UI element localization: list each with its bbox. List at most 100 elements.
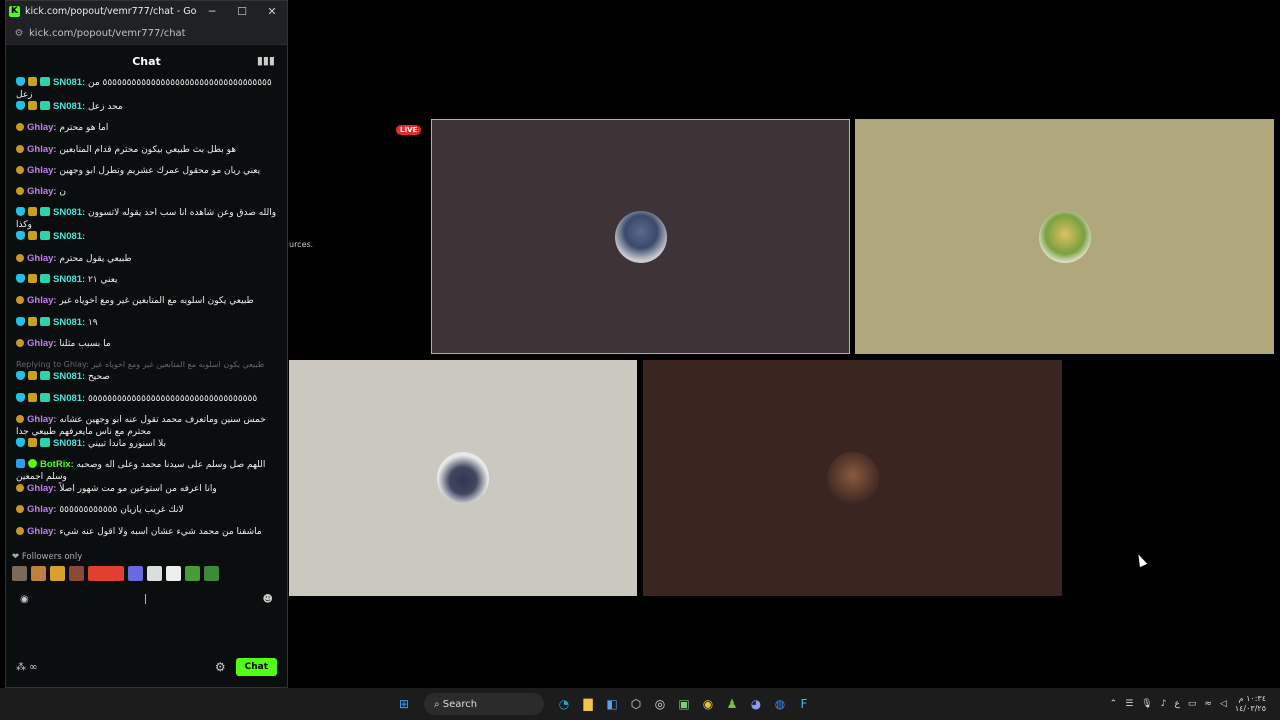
chat-message[interactable]: Ghlay: هو بطل بث طبيعي بيكون محترم قدام … [16,144,277,165]
gear-icon[interactable]: ⚙ [215,660,226,674]
gift-badge-icon [40,437,50,447]
chat-username[interactable]: SN081 [53,207,82,218]
network-icon[interactable]: ☰ [1125,699,1133,709]
moderator-badge-icon [16,371,25,381]
language-indicator[interactable]: ع [1174,699,1179,709]
close-icon[interactable]: ✕ [257,5,287,18]
chat-username[interactable]: Ghlay [27,338,53,349]
chat-message[interactable]: SN081: والله صدق وعن شاهده انا سب احد يق… [16,207,277,231]
chat-text: ١٩ [87,317,98,328]
image-viewer-icon[interactable]: ▣ [672,693,696,715]
microphone-icon[interactable]: 🎙 [1141,699,1152,709]
chevron-up-icon[interactable]: ⌃ [1110,699,1118,709]
maximize-icon[interactable]: ☐ [227,5,257,18]
chat-username[interactable]: SN081 [53,438,82,449]
chat-username[interactable]: Ghlay [27,144,53,155]
store-icon[interactable]: ◧ [600,693,624,715]
chat-username[interactable]: Ghlay [27,504,53,515]
chat-message[interactable]: Ghlay: يعني ريان مو محقول عمرك عشريم وتط… [16,165,277,186]
chat-username[interactable]: Ghlay [27,526,53,537]
clock[interactable]: ١٠:٣٤ م ١٤/٠٣/٢٥ [1235,694,1266,714]
chat-message[interactable]: Ghlay: طبيعي يكون اسلوبه مع المتابعين غي… [16,295,277,316]
video-tile-2[interactable] [855,119,1274,354]
emote-icon[interactable] [147,566,162,582]
chat-text: طبيعي يكون اسلوبه مع المتابعين غير ومع ا… [59,296,254,307]
chat-message[interactable]: SN081: يعني ٢١ [16,274,277,295]
chat-username[interactable]: SN081 [53,274,82,285]
address-bar[interactable]: ⚙ kick.com/popout/vemr777/chat [6,22,287,45]
display-icon[interactable]: ▭ [1188,699,1197,709]
video-tile-1[interactable] [431,119,850,354]
chat-message[interactable]: Ghlay: وانا اعرفه من استوعين مو مت شهور … [16,483,277,504]
emote-icon[interactable] [166,566,181,582]
emote-icon[interactable] [185,566,200,582]
chat-username[interactable]: Ghlay [27,253,53,264]
chat-username[interactable]: SN081 [53,317,82,328]
chat-message[interactable]: Ghlay: اما هو محترم [16,122,277,143]
chat-username[interactable]: Ghlay [27,165,53,176]
chat-username[interactable]: Ghlay [27,414,53,425]
chat-username[interactable]: Ghlay [27,186,53,197]
chat-message[interactable]: Ghlay: طبيعي يقول محترم [16,253,277,274]
taskbar-search[interactable]: ⌕ Search [424,693,544,715]
chat-username[interactable]: Ghlay [27,483,53,494]
live-badge: LIVE [396,125,422,135]
emote-icon[interactable] [12,566,27,582]
chat-message[interactable]: SN081: ٥٥٥٥٥٥٥٥٥٥٥٥٥٥٥٥٥٥٥٥٥٥٥٥٥٥٥٥٥٥٥٥٥… [16,77,277,101]
chat-message[interactable]: SN081: صحيح [16,371,277,392]
chat-message[interactable]: SN081: محد زعل [16,101,277,122]
chess-icon[interactable]: ♟ [720,693,744,715]
emote-icon[interactable] [128,566,143,582]
minimize-icon[interactable]: ─ [197,5,227,18]
chat-username[interactable]: SN081 [53,393,82,404]
discord-icon[interactable]: ◕ [744,693,768,715]
chat-username[interactable]: SN081 [53,231,82,242]
chat-message[interactable]: SN081: ١٩ [16,316,277,338]
app-f-icon[interactable]: F [792,693,816,715]
video-tile-4[interactable] [643,360,1062,596]
video-tile-3[interactable] [289,360,637,596]
wifi-icon[interactable]: ≈ [1204,699,1212,709]
gift-badge-icon [40,207,50,217]
chat-message[interactable]: SN081: ٥٥٥٥٥٥٥٥٥٥٥٥٥٥٥٥٥٥٥٥٥٥٥٥٥٥٥٥٥٥٥٥٥… [16,392,277,414]
chat-message[interactable]: BotRix: اللهم صل وسلم على سيدنا محمد وعل… [16,459,277,483]
edge-icon[interactable]: ◔ [552,693,576,715]
kicks-icon[interactable]: ⁂ ∞ [16,662,38,673]
chat-message[interactable]: SN081: [16,231,277,252]
send-chat-button[interactable]: Chat [235,658,277,676]
site-settings-icon[interactable]: ⚙ [9,28,29,39]
windows-start-icon[interactable]: ⊞ [392,693,416,715]
emote-icon[interactable] [31,566,46,582]
chat-username[interactable]: Ghlay [27,122,53,133]
subscriber-badge-icon [16,253,24,262]
mention-icon[interactable]: ◉ [20,594,29,605]
chat-message[interactable]: Ghlay: ما بسبب مثلنا [16,338,277,359]
leaderboard-icon[interactable]: ▮▮▮ [257,54,275,67]
obs-icon[interactable]: ◍ [768,693,792,715]
chat-input[interactable]: ◉ ☻ [6,588,287,610]
file-explorer-icon[interactable]: ▇ [576,693,600,715]
volume-icon[interactable]: ♪ [1161,699,1167,709]
emoji-icon[interactable]: ☻ [263,594,273,605]
chat-username[interactable]: BotRix [40,459,71,470]
app-icon[interactable]: ⬡ [624,693,648,715]
moderator-badge-icon [16,274,25,284]
chat-message[interactable]: Ghlay: خمس سنين وماتعرف محمد تقول عنه اب… [16,414,277,438]
chat-message[interactable]: Ghlay: ماشفنا من محمد شيء عشان اسبه ولا … [16,526,277,547]
emote-icon[interactable] [204,566,219,582]
chat-message[interactable]: SN081: بلا اسنورو ماندا تبيني [16,437,277,459]
chat-message[interactable]: Ghlay: ن [16,186,277,207]
subscriber-badge-icon [16,187,24,196]
moderator-badge-icon [16,207,25,217]
chat-message[interactable]: Ghlay: لانك غريب يازيان ٥٥٥٥٥٥٥٥٥٥٥٥ [16,504,277,525]
chat-username[interactable]: SN081 [53,77,82,88]
emote-icon[interactable] [69,566,84,582]
chat-username[interactable]: Ghlay [27,295,53,306]
speaker-icon[interactable]: ◁ [1220,699,1227,709]
emote-icon[interactable] [88,566,124,582]
emote-icon[interactable] [50,566,65,582]
chat-username[interactable]: SN081 [53,371,82,382]
chrome-icon[interactable]: ◉ [696,693,720,715]
steam-icon[interactable]: ◎ [648,693,672,715]
chat-username[interactable]: SN081 [53,101,82,112]
